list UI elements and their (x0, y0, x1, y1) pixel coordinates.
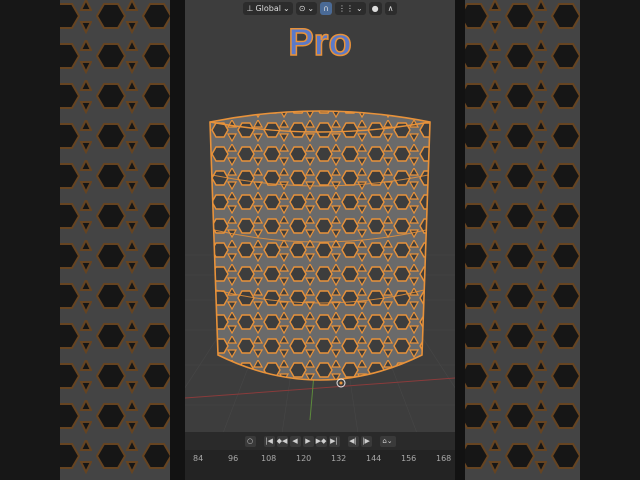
prev-marker-icon: ◀| (349, 436, 357, 445)
play-icon: ▶ (305, 436, 311, 445)
next-marker-icon: |▶ (362, 436, 370, 445)
transform-orientation-dropdown[interactable]: ⊥ Global ⌄ (243, 2, 293, 15)
orientation-label: Global (255, 4, 281, 13)
magnet-icon: ∩ (323, 4, 329, 13)
frame-tick: 132 (331, 454, 347, 463)
keying-icon: ⌂⌄ (382, 436, 393, 445)
frame-tick: 108 (261, 454, 277, 463)
cylinder-mesh[interactable] (205, 100, 435, 410)
transform-orientation-icon: ⊥ (246, 4, 254, 13)
background-right-panel (455, 0, 640, 480)
prev-keyframe-button[interactable]: ◆◀ (276, 435, 288, 447)
chevron-down-icon: ⌄ (307, 4, 315, 13)
prev-keyframe-icon: ◆◀ (276, 436, 288, 445)
chevron-down-icon: ⌄ (355, 4, 363, 13)
timeline-ruler[interactable]: 84 96 108 120 132 144 156 168 (185, 450, 455, 480)
background-left-panel (0, 0, 185, 480)
prev-marker-button[interactable]: ◀| (347, 435, 359, 447)
jump-end-icon: ▶| (330, 436, 338, 445)
pivot-point-icon: ⊙ (298, 4, 306, 13)
frame-tick: 84 (193, 454, 204, 463)
overlay-title: Pro (288, 21, 353, 65)
next-marker-button[interactable]: |▶ (360, 435, 372, 447)
pivot-point-dropdown[interactable]: ⊙ ⌄ (295, 2, 318, 15)
jump-end-button[interactable]: ▶| (328, 435, 340, 447)
frame-tick: 120 (296, 454, 312, 463)
snap-increment-icon: ⋮⋮ (337, 4, 354, 13)
proportional-edit-icon: ● (371, 4, 379, 13)
play-reverse-button[interactable]: ◀ (289, 435, 301, 447)
play-reverse-icon: ◀ (292, 436, 298, 445)
proportional-edit-toggle[interactable]: ● (368, 2, 382, 15)
chevron-down-icon: ⌄ (282, 4, 290, 13)
next-keyframe-icon: ▶◆ (315, 436, 327, 445)
jump-start-icon: |◀ (265, 436, 273, 445)
record-icon: ○ (246, 436, 254, 445)
frame-tick: 168 (436, 454, 452, 463)
keying-dropdown[interactable]: ⌂⌄ (379, 435, 396, 447)
jump-start-button[interactable]: |◀ (263, 435, 275, 447)
snap-target-dropdown[interactable]: ⋮⋮ ⌄ (334, 2, 366, 15)
3d-viewport[interactable]: ⊥ Global ⌄ ⊙ ⌄ ∩ ⋮⋮ ⌄ ● ∧ Pro ○ |◀ ◆◀ ◀ … (185, 0, 455, 480)
3d-cursor[interactable] (336, 378, 346, 388)
snap-toggle[interactable]: ∩ (320, 2, 332, 15)
next-keyframe-button[interactable]: ▶◆ (315, 435, 327, 447)
viewport-header-toolbar: ⊥ Global ⌄ ⊙ ⌄ ∩ ⋮⋮ ⌄ ● ∧ (185, 0, 455, 17)
timeline-playback-bar: ○ |◀ ◆◀ ◀ ▶ ▶◆ ▶| ◀| |▶ ⌂⌄ (185, 432, 455, 450)
viewport-grid (185, 100, 455, 480)
falloff-dropdown[interactable]: ∧ (384, 2, 397, 15)
frame-tick: 156 (401, 454, 417, 463)
frame-tick: 144 (366, 454, 382, 463)
frame-tick: 96 (228, 454, 239, 463)
record-toggle[interactable]: ○ (244, 435, 256, 447)
falloff-curve-icon: ∧ (387, 4, 394, 13)
play-button[interactable]: ▶ (302, 435, 314, 447)
